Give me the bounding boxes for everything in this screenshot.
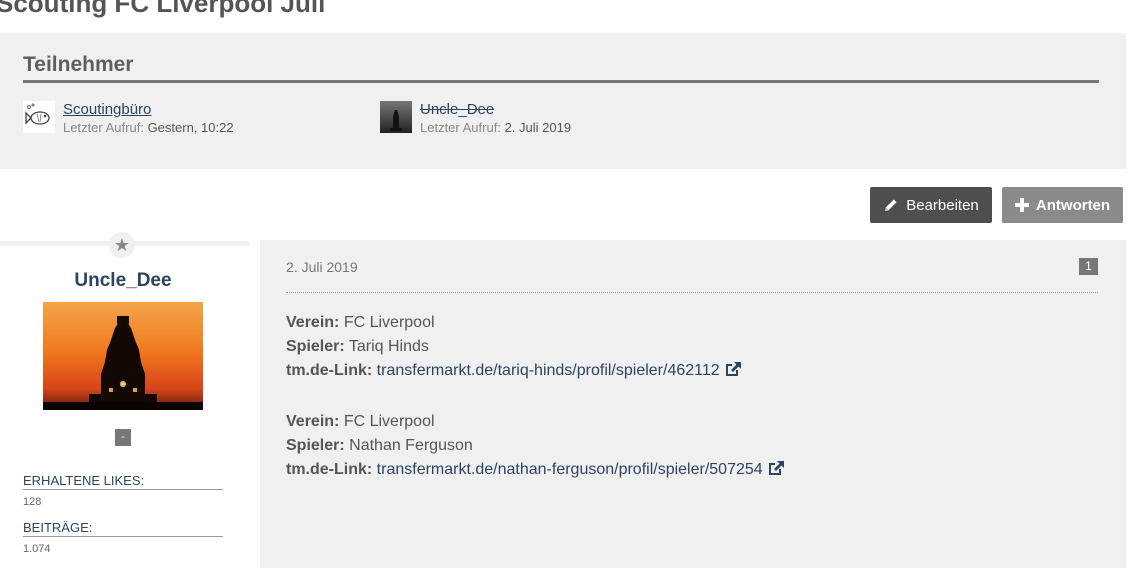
external-link-icon[interactable]	[767, 460, 785, 484]
club-line: Verein: FC Liverpool	[286, 311, 742, 335]
participant-name-link[interactable]: Uncle_Dee	[420, 101, 571, 119]
reply-button-label: Antworten	[1035, 196, 1111, 214]
posts-value: 1.074	[23, 543, 51, 555]
last-visit-value: Gestern, 10:22	[147, 120, 234, 135]
pencil-icon	[883, 197, 899, 213]
author-sidebar: ★ Uncle_Dee - ERHALTENE LIKES: 128 BEITR…	[0, 232, 249, 568]
link-label: tm.de-Link:	[286, 461, 373, 478]
player-value: Nathan Ferguson	[349, 437, 473, 454]
participant-info: Uncle_Dee Letzter Aufruf: 2. Juli 2019	[420, 101, 571, 137]
page-title: Scouting FC Liverpool Juli	[0, 0, 326, 18]
club-label: Verein:	[286, 413, 340, 430]
player-line: Spieler: Tariq Hinds	[286, 335, 742, 359]
participant-info: Scoutingbüro Letzter Aufruf: Gestern, 10…	[63, 101, 234, 137]
likes-label: ERHALTENE LIKES:	[23, 473, 223, 490]
scout-entry: Verein: FC Liverpool Spieler: Tariq Hind…	[286, 311, 742, 385]
link-label: tm.de-Link:	[286, 362, 373, 379]
fish-icon[interactable]	[23, 101, 55, 133]
club-line: Verein: FC Liverpool	[286, 410, 785, 434]
external-link-icon[interactable]	[724, 361, 742, 385]
monument-icon[interactable]	[380, 101, 412, 133]
participant-scoutingbuero: Scoutingbüro Letzter Aufruf: Gestern, 10…	[23, 101, 234, 137]
participant-last-visit: Letzter Aufruf: 2. Juli 2019	[420, 119, 571, 137]
participant-last-visit: Letzter Aufruf: Gestern, 10:22	[63, 119, 234, 137]
player-value: Tariq Hinds	[348, 338, 429, 355]
star-icon: ★	[109, 232, 135, 258]
scout-entry: Verein: FC Liverpool Spieler: Nathan Fer…	[286, 410, 785, 484]
edit-button[interactable]: Bearbeiten	[870, 187, 992, 223]
plus-icon	[1014, 198, 1029, 212]
rank-badge: -	[115, 429, 131, 446]
club-value: FC Liverpool	[343, 314, 435, 331]
link-line: tm.de-Link: transfermarkt.de/tariq-hinds…	[286, 359, 742, 385]
page: Scouting FC Liverpool Juli Teilnehmer Sc…	[0, 0, 1128, 568]
participants-heading: Teilnehmer	[23, 53, 1099, 83]
club-value: FC Liverpool	[343, 413, 435, 430]
last-visit-value: 2. Juli 2019	[504, 120, 572, 135]
post-number-link[interactable]: 1	[1079, 258, 1098, 275]
player-label: Spieler:	[286, 437, 345, 454]
participants-panel: Teilnehmer Scoutingbüro Letzter Aufruf: …	[0, 33, 1126, 169]
edit-button-label: Bearbeiten	[906, 196, 979, 214]
reply-button[interactable]: Antworten	[1002, 187, 1123, 223]
post-body: 2. Juli 2019 1 Verein: FC Liverpool Spie…	[260, 240, 1126, 568]
participant-uncle-dee: Uncle_Dee Letzter Aufruf: 2. Juli 2019	[380, 101, 571, 137]
post-divider	[286, 292, 1098, 293]
last-visit-label: Letzter Aufruf:	[420, 120, 501, 135]
likes-value: 128	[23, 496, 42, 508]
posts-label: BEITRÄGE:	[23, 520, 223, 537]
post-date: 2. Juli 2019	[286, 259, 358, 275]
last-visit-label: Letzter Aufruf:	[63, 120, 144, 135]
transfermarkt-link[interactable]: transfermarkt.de/tariq-hinds/profil/spie…	[377, 362, 720, 379]
author-avatar[interactable]	[43, 302, 203, 410]
transfermarkt-link[interactable]: transfermarkt.de/nathan-ferguson/profil/…	[377, 461, 763, 478]
author-name-link[interactable]: Uncle_Dee	[0, 270, 246, 292]
player-line: Spieler: Nathan Ferguson	[286, 434, 785, 458]
participant-name-link[interactable]: Scoutingbüro	[63, 101, 234, 119]
link-line: tm.de-Link: transfermarkt.de/nathan-ferg…	[286, 458, 785, 484]
club-label: Verein:	[286, 314, 340, 331]
player-label: Spieler:	[286, 338, 345, 355]
